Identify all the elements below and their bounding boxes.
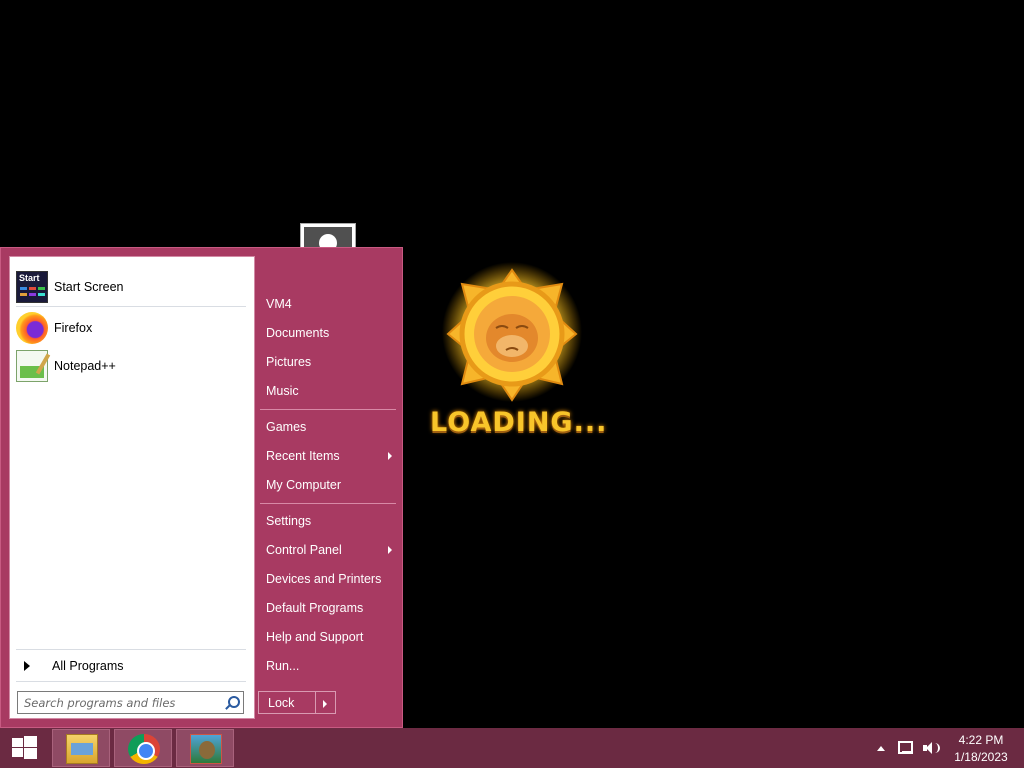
clock-time[interactable]: 4:22 PM xyxy=(947,733,1015,747)
divider xyxy=(16,681,246,682)
menu-item-music[interactable]: Music xyxy=(258,378,398,404)
lock-options-button[interactable] xyxy=(316,691,336,714)
submenu-arrow-icon xyxy=(388,452,392,460)
submenu-arrow-icon xyxy=(388,546,392,554)
pinned-label: Start Screen xyxy=(54,280,124,294)
divider xyxy=(260,503,396,504)
loading-text: LOADING... xyxy=(430,407,608,438)
menu-item-games[interactable]: Games xyxy=(258,414,398,440)
menu-item-vm4[interactable]: VM4 xyxy=(258,291,398,317)
menu-item-run[interactable]: Run... xyxy=(258,653,398,679)
all-programs-button[interactable]: All Programs xyxy=(16,654,250,678)
divider xyxy=(16,649,246,650)
taskbar-chrome[interactable] xyxy=(114,729,172,767)
menu-item-pictures[interactable]: Pictures xyxy=(258,349,398,375)
menu-item-my-computer[interactable]: My Computer xyxy=(258,472,398,498)
taskbar-bloons-td[interactable] xyxy=(176,729,234,767)
menu-item-documents[interactable]: Documents xyxy=(258,320,398,346)
divider xyxy=(16,306,246,307)
lock-group: Lock xyxy=(258,691,336,714)
search-box[interactable] xyxy=(17,691,244,714)
menu-item-recent-items[interactable]: Recent Items xyxy=(258,443,398,469)
start-menu-left-pane: Start Start Screen Firefox Notepad++ All… xyxy=(9,256,255,719)
taskbar-file-explorer[interactable] xyxy=(52,729,110,767)
all-programs-label: All Programs xyxy=(52,659,124,673)
pinned-label: Firefox xyxy=(54,321,93,335)
menu-item-help-and-support[interactable]: Help and Support xyxy=(258,624,398,650)
loading-screen: LOADING... xyxy=(430,262,608,452)
firefox-icon xyxy=(16,312,48,344)
menu-item-default-programs[interactable]: Default Programs xyxy=(258,595,398,621)
notepad-plus-plus-icon xyxy=(16,350,48,382)
file-explorer-icon xyxy=(66,734,98,764)
menu-item-settings[interactable]: Settings xyxy=(258,508,398,534)
menu-item-devices-and-printers[interactable]: Devices and Printers xyxy=(258,566,398,592)
start-screen-icon: Start xyxy=(16,271,48,303)
bloons-td-icon xyxy=(190,734,222,764)
clock-date[interactable]: 1/18/2023 xyxy=(947,750,1015,764)
pinned-label: Notepad++ xyxy=(54,359,116,373)
pinned-notepad-plus-plus[interactable]: Notepad++ xyxy=(14,348,250,384)
chrome-icon xyxy=(128,734,160,764)
divider xyxy=(260,409,396,410)
pinned-firefox[interactable]: Firefox xyxy=(14,310,250,346)
start-button[interactable] xyxy=(0,728,48,768)
pinned-start-screen[interactable]: Start Start Screen xyxy=(14,269,250,305)
monkey-coin-icon xyxy=(442,262,582,402)
lock-button[interactable]: Lock xyxy=(258,691,316,714)
search-icon[interactable] xyxy=(221,693,241,713)
taskbar: 4:22 PM 1/18/2023 xyxy=(0,728,1024,768)
search-input[interactable] xyxy=(18,692,221,713)
network-icon[interactable] xyxy=(898,741,914,755)
menu-item-control-panel[interactable]: Control Panel xyxy=(258,537,398,563)
triangle-right-icon xyxy=(24,661,30,671)
volume-wave-icon xyxy=(932,743,940,753)
show-hidden-icons-icon[interactable] xyxy=(877,746,885,751)
